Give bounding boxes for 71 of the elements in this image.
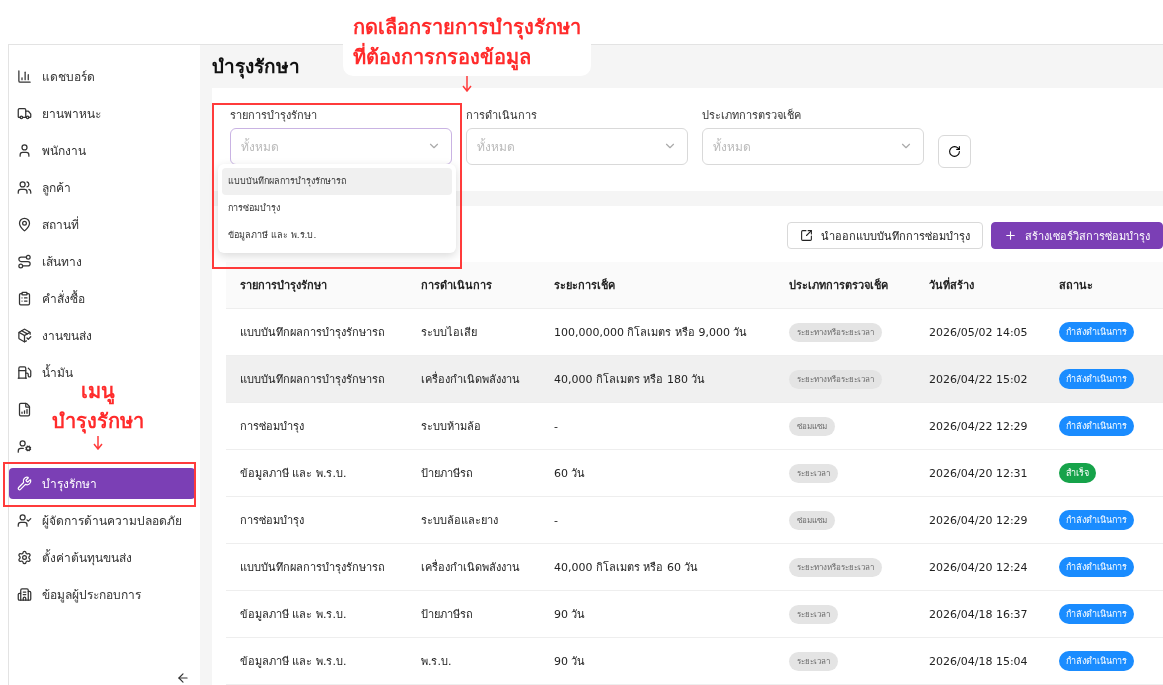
status-badge: กำลังดำเนินการ — [1059, 322, 1134, 342]
callout-text: เมนู บำรุงรักษา — [51, 378, 144, 436]
sidebar-item[interactable]: ผู้จัดการด้านความปลอดภัย — [9, 505, 195, 536]
check-type-tag: ซ่อมแซม — [789, 416, 835, 436]
table-cell: 90 วัน — [540, 638, 775, 685]
gear-icon — [17, 550, 32, 565]
dropdown-option[interactable]: การซ่อมบำรุง — [222, 195, 452, 222]
status-badge: กำลังดำเนินการ — [1059, 604, 1134, 624]
export-icon — [800, 229, 813, 242]
status-badge: กำลังดำเนินการ — [1059, 510, 1134, 530]
column-header: ประเภทการตรวจเช็ค — [775, 262, 915, 309]
building-icon — [17, 587, 32, 602]
arrow-line — [462, 76, 472, 92]
status-badge: กำลังดำเนินการ — [1059, 369, 1134, 389]
map-pin-icon — [17, 217, 32, 232]
filter-label: การดำเนินการ — [466, 108, 538, 120]
check-type-tag: ระยะทางหรือระยะเวลา — [789, 369, 882, 389]
status-badge: กำลังดำเนินการ — [1059, 651, 1134, 671]
table-cell: พ.ร.บ. — [407, 638, 540, 685]
table-cell: 2026/04/18 15:04 — [915, 638, 1045, 685]
report-icon — [17, 402, 32, 417]
users-icon — [17, 180, 32, 195]
user-icon — [17, 143, 32, 158]
check-type-tag: ซ่อมแซม — [789, 510, 835, 530]
sidebar-item[interactable]: พนักงาน — [9, 135, 195, 166]
sidebar-item[interactable]: แดชบอร์ด — [9, 61, 195, 92]
chart-icon — [17, 69, 32, 84]
export-button[interactable]: นำออกแบบบันทึกการซ่อมบำรุง — [787, 222, 983, 249]
filter-label: รายการบำรุงรักษา — [230, 108, 318, 120]
table-row[interactable]: แบบบันทึกผลการบำรุงรักษารถ เครื่องกำเนิดพลังงาน 40,000 กิโลเมตร หรือ 180 วัน ระยะทางหรือระยะเวลา 2026/04/22 15:02 กำลังดำเนินการ — [226, 356, 1163, 403]
sidebar-item[interactable]: ยานพาหนะ — [9, 98, 195, 129]
sidebar-item[interactable]: คำสั่งซื้อ — [9, 283, 195, 314]
status-badge: สำเร็จ — [1059, 463, 1096, 483]
package-icon — [17, 328, 32, 343]
dropdown-option[interactable]: แบบบันทึกผลการบำรุงรักษารถ — [222, 168, 452, 195]
sidebar-item[interactable]: สถานที่ — [9, 209, 195, 240]
check-type-tag: ระยะทางหรือระยะเวลา — [789, 557, 882, 577]
user-check-icon — [17, 513, 32, 528]
user-gear-icon — [17, 439, 32, 454]
sidebar-item[interactable]: บำรุงรักษา — [9, 468, 195, 499]
route-icon — [17, 254, 32, 269]
sidebar-item[interactable]: ตั้งค่าต้นทุนขนส่ง — [9, 542, 195, 573]
sidebar-item[interactable]: ลูกค้า — [9, 172, 195, 203]
create-button[interactable]: สร้างเซอร์วิสการซ่อมบำรุง — [991, 222, 1163, 249]
check-type-tag: ระยะทางหรือระยะเวลา — [789, 322, 882, 342]
filter-label: ประเภทการตรวจเช็ค — [702, 107, 802, 120]
column-header: การดำเนินการ — [407, 262, 540, 309]
truck-icon — [17, 106, 32, 121]
column-header: สถานะ — [1045, 262, 1163, 309]
clipboard-icon — [17, 291, 32, 306]
check-type-tag: ระยะเวลา — [789, 463, 838, 483]
page-title: บำรุงรักษา — [212, 54, 300, 81]
status-badge: กำลังดำเนินการ — [1059, 557, 1134, 577]
check-type-tag: ระยะเวลา — [789, 604, 838, 624]
sidebar-item[interactable]: งานขนส่ง — [9, 320, 195, 351]
refresh-icon — [948, 145, 961, 158]
column-header: รายการบำรุงรักษา — [226, 262, 407, 309]
check-type-tag: ระยะเวลา — [789, 651, 838, 671]
refresh-button[interactable] — [938, 135, 971, 168]
plus-icon — [1004, 229, 1017, 242]
sidebar-item[interactable]: เส้นทาง — [9, 246, 195, 277]
column-header: ระยะการเช็ค — [540, 262, 775, 309]
arrow-line — [92, 436, 103, 450]
column-header: วันที่สร้าง — [915, 262, 1045, 309]
status-badge: กำลังดำเนินการ — [1059, 416, 1134, 436]
sidebar-item[interactable]: ข้อมูลผู้ประกอบการ — [9, 579, 195, 610]
collapse-button[interactable] — [176, 671, 190, 685]
wrench-icon — [17, 476, 32, 491]
table-cell: ข้อมูลภาษี และ พ.ร.บ. — [226, 638, 407, 685]
dropdown-option[interactable]: ข้อมูลภาษี และ พ.ร.บ. — [222, 222, 452, 249]
fuel-icon — [17, 365, 32, 380]
